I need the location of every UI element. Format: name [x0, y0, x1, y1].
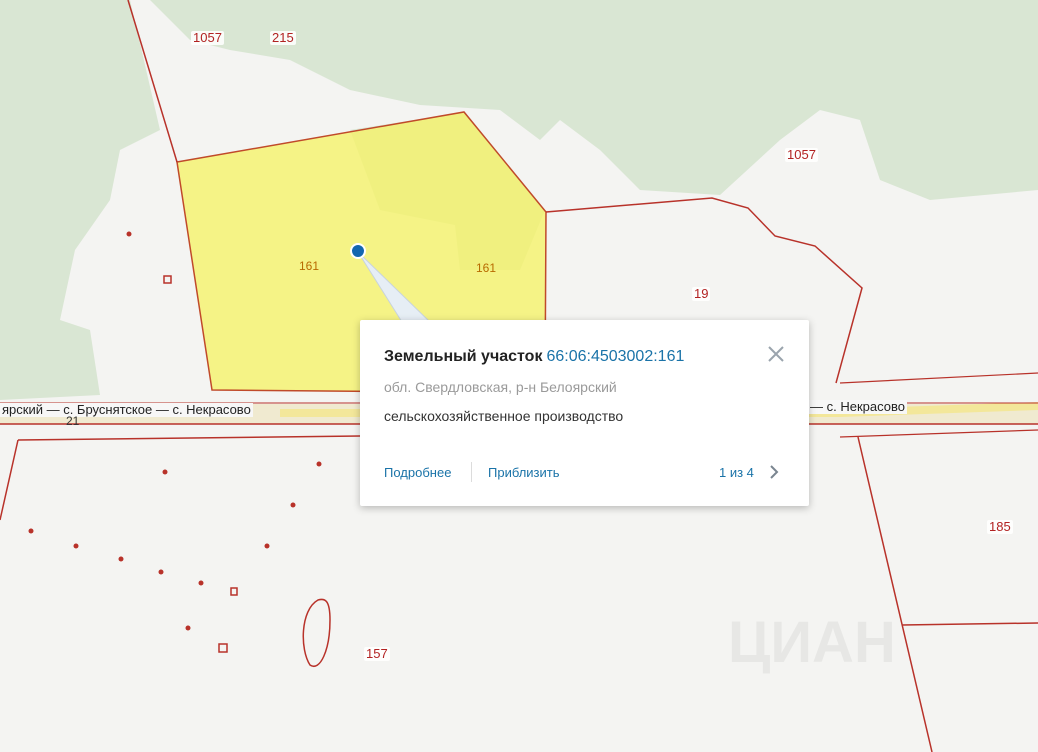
popup-title-label: Земельный участок	[384, 348, 543, 365]
road-name: — с. Некрасово	[808, 399, 907, 414]
parcel-info-popup: Земельный участок 66:06:4503002:161 обл. …	[360, 320, 809, 506]
chevron-right-icon	[770, 465, 779, 479]
more-details-link[interactable]: Подробнее	[384, 465, 451, 480]
close-button[interactable]	[764, 342, 788, 366]
pagination-counter: 1 из 4	[719, 465, 754, 480]
cadastral-number: 66:06:4503002:161	[546, 348, 685, 365]
popup-title: Земельный участок 66:06:4503002:161	[384, 348, 684, 366]
cadastral-label: 19	[692, 286, 711, 301]
cadastral-label: 185	[987, 519, 1013, 534]
cadastral-label: 1057	[785, 147, 818, 162]
road-name: ярский — с. Бруснятское — с. Некрасово	[0, 402, 253, 417]
parcel-usage: сельскохозяйственное производство	[384, 408, 624, 424]
parcel-label: 161	[299, 259, 320, 273]
parcel-label: 161	[476, 261, 497, 275]
watermark: ЦИАН	[728, 610, 896, 675]
close-icon	[768, 346, 784, 362]
parcel-address: обл. Свердловская, р-н Белоярский	[384, 379, 617, 395]
zoom-in-link[interactable]: Приблизить	[488, 465, 560, 480]
next-button[interactable]	[767, 463, 781, 481]
road-number: 21	[66, 414, 80, 428]
cadastral-label: 215	[270, 30, 296, 45]
link-divider	[471, 462, 472, 482]
cadastral-label: 1057	[191, 30, 224, 45]
cadastral-label: 157	[364, 646, 390, 661]
location-marker[interactable]	[350, 243, 366, 259]
